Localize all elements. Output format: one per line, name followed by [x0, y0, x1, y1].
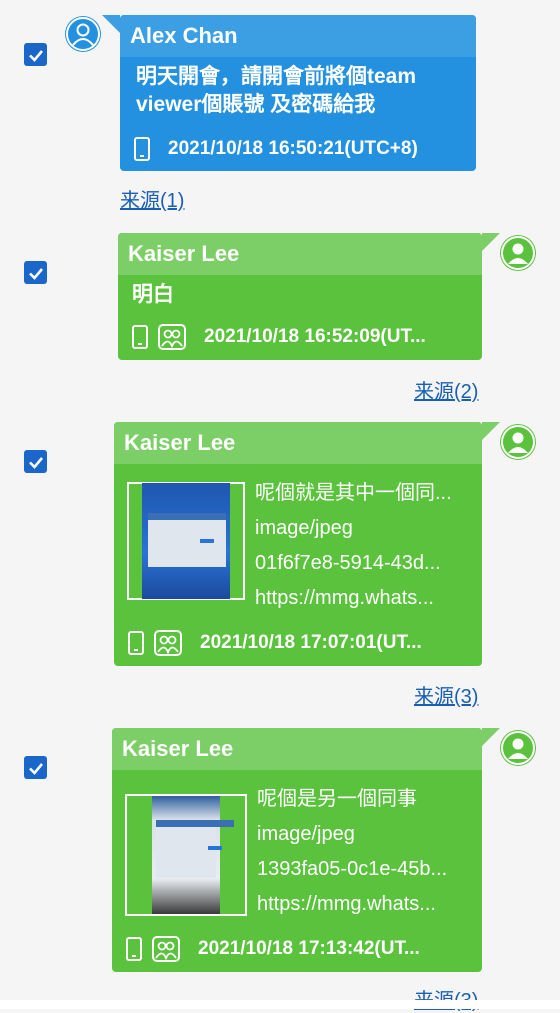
user-avatar-icon [65, 16, 101, 52]
attachment[interactable]: 呢個就是其中一個同... image/jpeg 01f6f7e8-5914-43… [127, 482, 469, 616]
source-link[interactable]: 来源(1) [120, 184, 184, 213]
message-text: 明白 [132, 283, 174, 306]
attachment-mime: image/jpeg [257, 823, 355, 845]
message-footer: 2021/10/18 16:50:21(UTC+8) [134, 137, 466, 161]
image-thumbnail[interactable] [125, 794, 247, 916]
select-checkbox[interactable] [24, 450, 47, 473]
attachment-caption: 呢個是另一個同事 [257, 788, 417, 810]
timestamp: 2021/10/18 17:07:01(UT... [200, 632, 422, 653]
message-item: Kaiser Lee 呢個就是其中一個同... image/jpeg 01f6f… [0, 414, 560, 714]
user-avatar-icon [500, 730, 536, 766]
bottom-edge [0, 1000, 560, 1009]
timestamp: 2021/10/18 16:52:09(UT... [204, 326, 426, 347]
message-bubble: Kaiser Lee 明白 2021/10/18 16:52:09(UT... [118, 233, 500, 360]
message-footer: 2021/10/18 16:52:09(UT... [132, 324, 472, 350]
group-icon [154, 630, 182, 656]
message-bubble: Kaiser Lee 呢個是另一個同事 image/jpeg 1393fa05-… [112, 728, 500, 972]
bubble-tail [482, 422, 500, 440]
phone-icon [128, 631, 144, 655]
message-bubble: Alex Chan 明天開會，請開會前將個team viewer個賬號 及密碼給… [102, 15, 476, 171]
source-link[interactable]: 来源(2) [414, 375, 478, 404]
checkmark-icon [28, 267, 43, 280]
sender-name: Kaiser Lee [114, 422, 482, 464]
message-item: Kaiser Lee 明白 2021/10/18 16:52:09(UT... … [0, 225, 560, 405]
phone-icon [132, 325, 148, 349]
image-thumbnail[interactable] [127, 482, 245, 600]
phone-icon [134, 137, 150, 161]
message-footer: 2021/10/18 17:13:42(UT... [126, 936, 472, 962]
message-item: Kaiser Lee 呢個是另一個同事 image/jpeg 1393fa05-… [0, 720, 560, 1012]
timestamp: 2021/10/18 17:13:42(UT... [198, 938, 420, 959]
attachment[interactable]: 呢個是另一個同事 image/jpeg 1393fa05-0c1e-45b...… [125, 788, 471, 922]
message-footer: 2021/10/18 17:07:01(UT... [128, 630, 472, 656]
message-item: Alex Chan 明天開會，請開會前將個team viewer個賬號 及密碼給… [0, 0, 560, 215]
user-avatar-icon [500, 424, 536, 460]
attachment-caption: 呢個就是其中一個同... [255, 482, 452, 504]
sender-name: Alex Chan [120, 15, 476, 57]
timestamp: 2021/10/18 16:50:21(UTC+8) [168, 138, 418, 159]
group-icon [158, 324, 186, 350]
phone-icon [126, 937, 142, 961]
attachment-filename: 1393fa05-0c1e-45b... [257, 858, 448, 880]
attachment-url[interactable]: https://mmg.whats... [257, 887, 471, 922]
source-link[interactable]: 来源(3) [414, 680, 478, 709]
message-bubble: Kaiser Lee 呢個就是其中一個同... image/jpeg 01f6f… [114, 422, 500, 666]
message-text: 明天開會，請開會前將個team viewer個賬號 及密碼給我 [136, 65, 417, 116]
checkmark-icon [28, 762, 43, 775]
select-checkbox[interactable] [24, 261, 47, 284]
bubble-tail [102, 15, 120, 33]
checkmark-icon [28, 49, 43, 62]
user-avatar-icon [500, 235, 536, 271]
sender-name: Kaiser Lee [112, 728, 482, 770]
attachment-filename: 01f6f7e8-5914-43d... [255, 552, 441, 574]
attachment-url[interactable]: https://mmg.whats... [255, 581, 469, 616]
bubble-tail [482, 728, 500, 746]
select-checkbox[interactable] [24, 43, 47, 66]
checkmark-icon [28, 456, 43, 469]
group-icon [152, 936, 180, 962]
bubble-tail [482, 233, 500, 251]
sender-name: Kaiser Lee [118, 233, 482, 275]
select-checkbox[interactable] [24, 756, 47, 779]
attachment-mime: image/jpeg [255, 517, 353, 539]
